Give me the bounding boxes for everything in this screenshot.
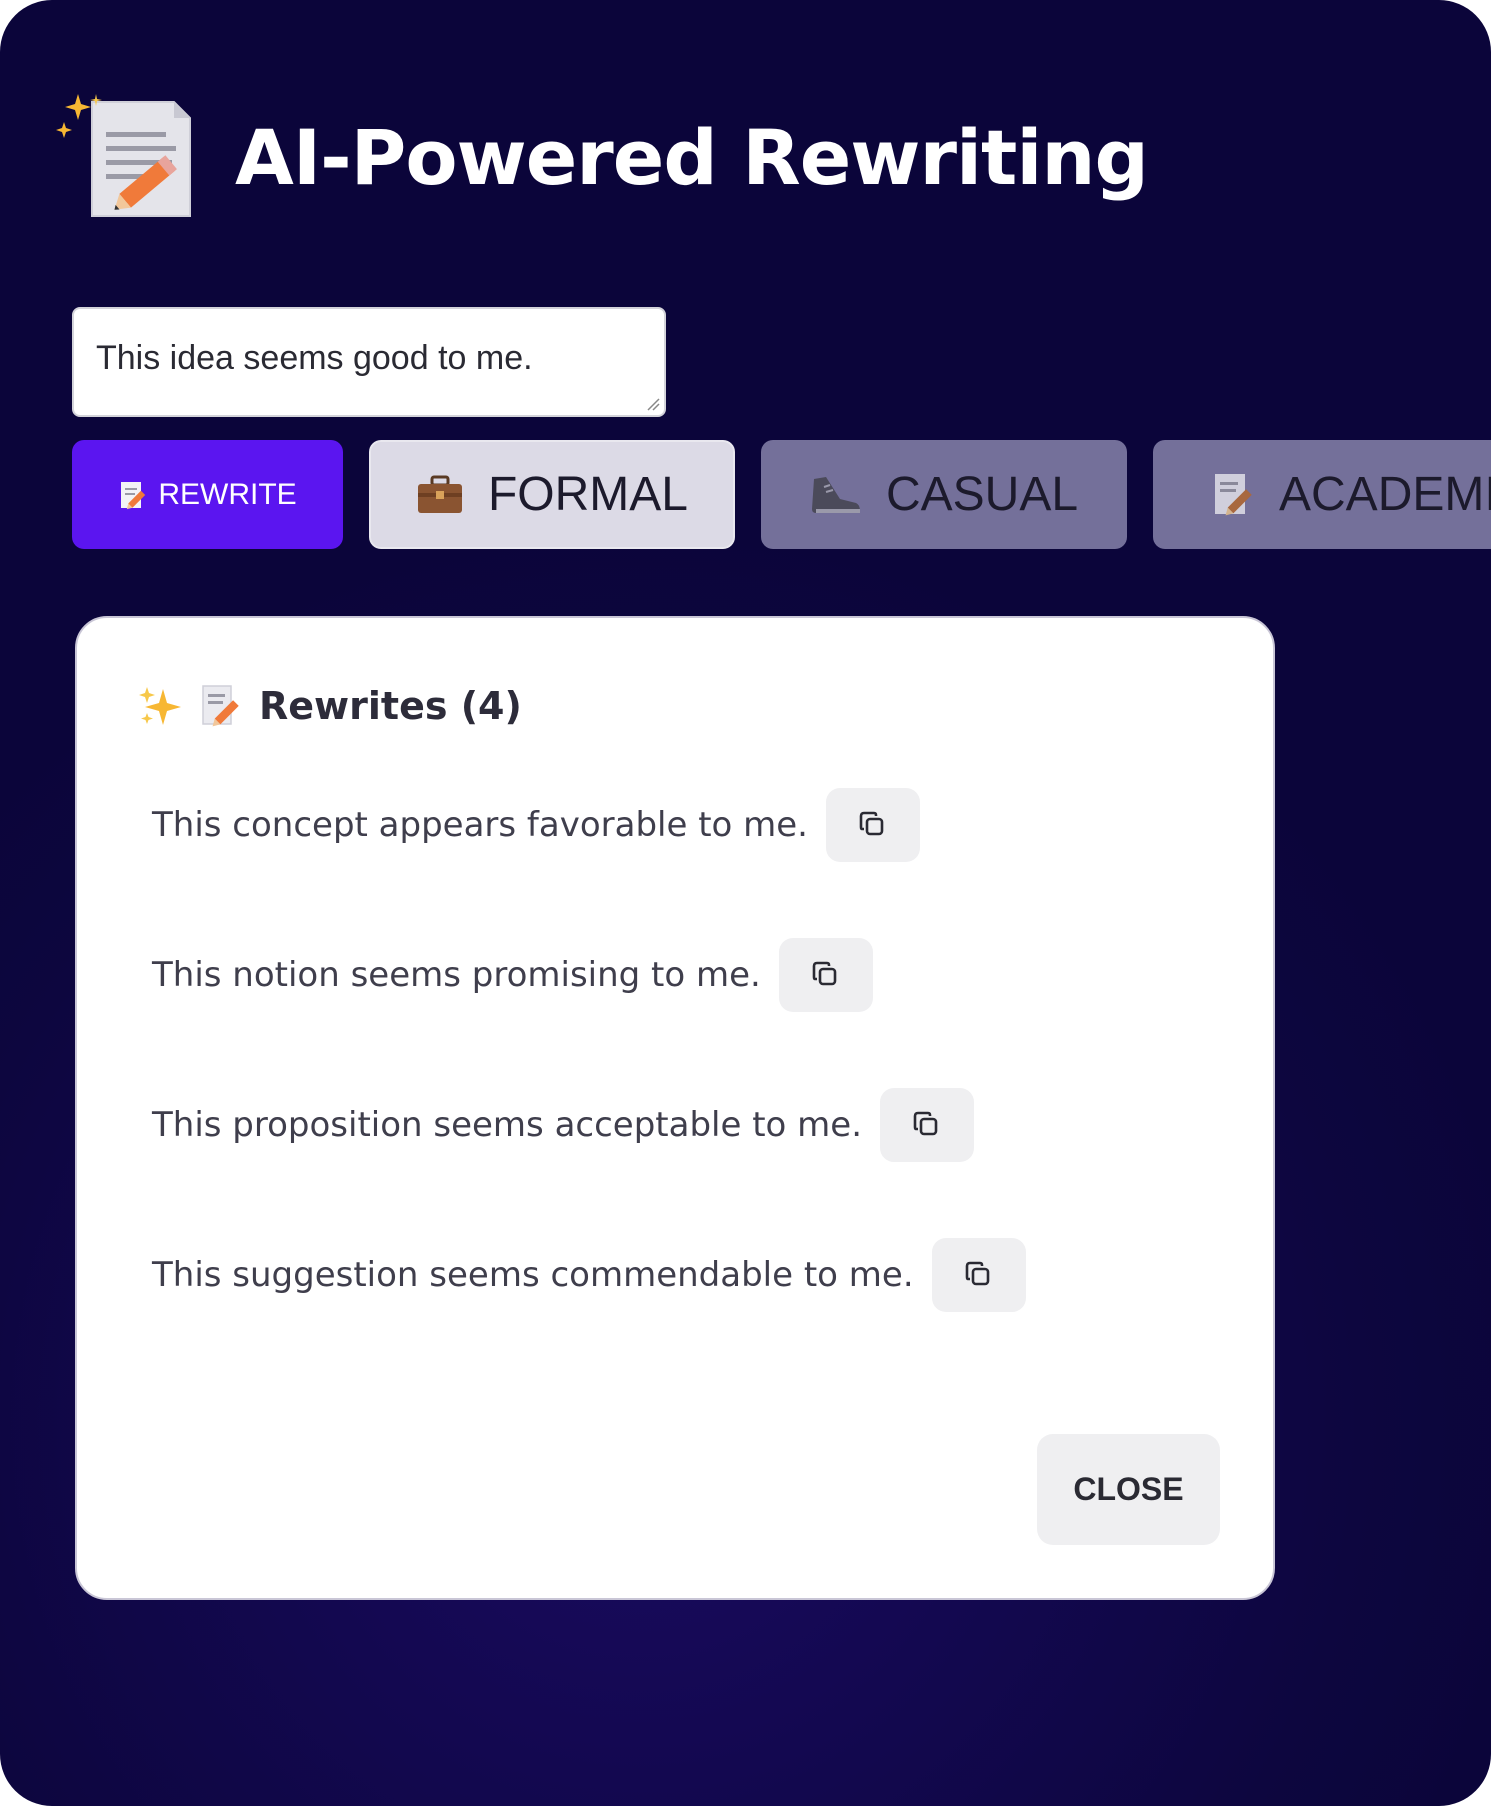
sparkle-document-pencil-icon [56,94,191,217]
rewrites-dialog: Rewrites (4) This concept appears favora… [75,616,1275,1600]
rewrite-button-label: REWRITE [158,477,297,511]
page-title: AI-Powered Rewriting [235,113,1149,202]
memo-pencil-icon [121,481,146,509]
rewrite-text: This notion seems promising to me. [152,955,761,995]
copy-icon [812,961,837,986]
sparkles-icon [139,687,181,725]
rewrite-item: This proposition seems acceptable to me. [152,1088,974,1162]
rewrite-item: This notion seems promising to me. [152,938,873,1012]
rewrite-item: This concept appears favorable to me. [152,788,920,862]
dialog-title: Rewrites (4) [259,684,522,728]
tone-formal-button[interactable]: FORMAL [369,440,735,549]
briefcase-icon [417,475,462,513]
tone-formal-label: FORMAL [487,468,688,521]
sneaker-icon [811,476,860,513]
copy-button[interactable] [880,1088,974,1162]
rewrite-item: This suggestion seems commendable to me. [152,1238,1026,1312]
input-value: This idea seems good to me. [96,339,533,377]
copy-icon [913,1111,938,1136]
copy-button[interactable] [778,938,873,1012]
dialog-header: Rewrites (4) [139,684,522,728]
copy-icon [859,811,884,836]
tone-casual-button[interactable]: CASUAL [761,440,1127,549]
memo-pencil-icon [202,685,239,727]
memo-pencil-icon [1215,473,1252,515]
resize-grip-icon[interactable] [646,397,660,411]
close-button[interactable]: CLOSE [1037,1434,1220,1545]
rewrite-text: This proposition seems acceptable to me. [152,1105,862,1145]
app-frame: AI-Powered Rewriting This idea seems goo… [0,0,1491,1806]
copy-icon [965,1261,989,1286]
text-input[interactable]: This idea seems good to me. [72,307,666,417]
tone-academic-button[interactable]: ACADEMI [1153,440,1491,549]
copy-button[interactable] [931,1238,1026,1312]
tone-academic-label: ACADEMI [1279,468,1491,521]
tone-casual-label: CASUAL [885,468,1079,521]
rewrite-text: This concept appears favorable to me. [152,805,808,845]
copy-button[interactable] [826,788,920,862]
rewrite-text: This suggestion seems commendable to me. [152,1255,914,1295]
rewrite-button[interactable]: REWRITE [72,440,343,549]
